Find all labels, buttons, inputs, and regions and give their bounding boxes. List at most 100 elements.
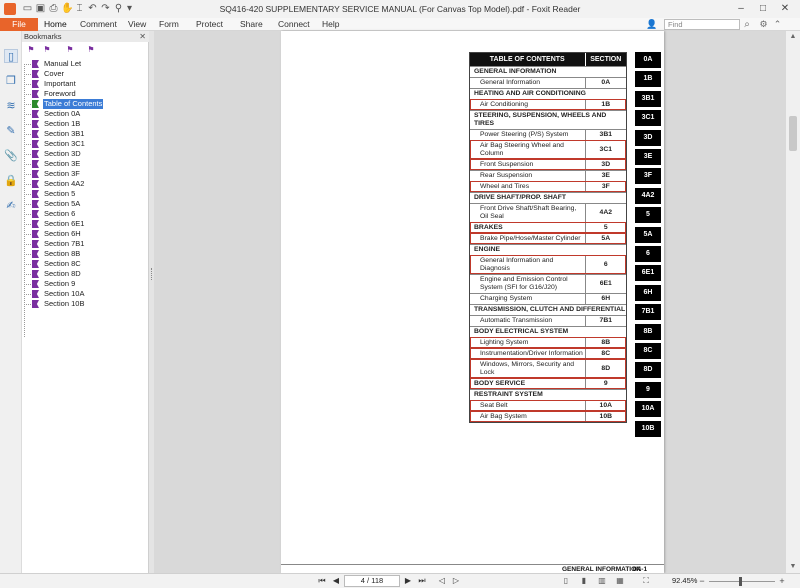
select-text-icon[interactable]: ⌶ xyxy=(74,3,85,14)
zoom-level[interactable]: 92.45% xyxy=(672,576,697,585)
bookmark-item[interactable]: Important xyxy=(24,79,145,89)
toc-entry-row[interactable]: Wheel and Tires 3F xyxy=(470,181,626,192)
section-tab[interactable]: 6E1 xyxy=(635,265,661,282)
bookmark-item[interactable]: Cover xyxy=(24,69,145,79)
toc-entry-row[interactable]: Air Bag System 10B xyxy=(470,411,626,422)
bookmark-item[interactable]: Section 7B1 xyxy=(24,239,145,249)
toc-entry-row[interactable]: Instrumentation/Driver Information 8C xyxy=(470,348,626,359)
bookmark-item[interactable]: Section 3D xyxy=(24,149,145,159)
search-icon[interactable]: ⌕ xyxy=(741,18,753,31)
section-tab[interactable]: 3C1 xyxy=(635,110,661,127)
scroll-up-icon[interactable]: ▲ xyxy=(786,31,800,43)
next-page-icon[interactable]: ▶ xyxy=(402,575,414,587)
zoom-out-icon[interactable]: − xyxy=(696,575,708,587)
previous-view-icon[interactable]: ◁ xyxy=(436,575,448,587)
fit-page-icon[interactable]: ⛶ xyxy=(640,575,652,587)
toc-entry-row[interactable]: Rear Suspension 3E xyxy=(470,170,626,181)
section-tab[interactable]: 8D xyxy=(635,362,661,379)
section-tab[interactable]: 8C xyxy=(635,343,661,359)
toc-entry-row[interactable]: Air Conditioning 1B xyxy=(470,99,626,110)
undo-icon[interactable]: ↶ xyxy=(87,3,98,14)
find-input[interactable]: Find xyxy=(664,19,740,30)
section-tab[interactable]: 3E xyxy=(635,149,661,165)
bookmark-item[interactable]: Foreword xyxy=(24,89,145,99)
section-tab[interactable]: 3B1 xyxy=(635,90,661,107)
toc-entry-row[interactable]: Seat Belt 10A xyxy=(470,400,626,411)
toc-entry-row[interactable]: Front Suspension 3D xyxy=(470,159,626,170)
section-tab[interactable]: 6H xyxy=(635,284,661,301)
last-page-icon[interactable]: ⏭ xyxy=(416,575,428,587)
continuous-view-icon[interactable]: ▮ xyxy=(578,575,590,587)
section-tab[interactable]: 0A xyxy=(635,52,661,68)
bookmark-item[interactable]: Section 10A xyxy=(24,289,145,299)
vertical-scrollbar[interactable]: ▲ ▼ xyxy=(786,31,800,573)
page-number-input[interactable]: 4 / 118 xyxy=(344,575,400,587)
bookmark-item[interactable]: Section 0A xyxy=(24,109,145,119)
facing-view-icon[interactable]: ▥ xyxy=(596,575,608,587)
layers-icon[interactable]: ≋ xyxy=(4,99,18,113)
single-page-view-icon[interactable]: ▯ xyxy=(560,575,572,587)
bookmark-item[interactable]: Section 1B xyxy=(24,119,145,129)
section-tab[interactable]: 1B xyxy=(635,71,661,88)
section-tab[interactable]: 3F xyxy=(635,168,661,185)
bookmark-item[interactable]: Section 5 xyxy=(24,189,145,199)
zoom-slider-track[interactable] xyxy=(709,581,775,582)
tab-form[interactable]: Form xyxy=(159,18,179,31)
stamp-icon[interactable]: ⚲ xyxy=(113,3,124,14)
toc-entry-row[interactable]: General Information and Diagnosis 6 xyxy=(470,255,626,274)
bookmark-item[interactable]: Section 5A xyxy=(24,199,145,209)
security-lock-icon[interactable]: 🔒 xyxy=(4,174,18,188)
bookmark-item[interactable]: Section 9 xyxy=(24,279,145,289)
next-view-icon[interactable]: ▷ xyxy=(450,575,462,587)
toc-entry-row[interactable]: Lighting System 8B xyxy=(470,337,626,348)
user-icon[interactable]: 👤 xyxy=(646,18,657,31)
bookmark-item[interactable]: Section 10B xyxy=(24,299,145,309)
section-tab[interactable]: 4A2 xyxy=(635,187,661,204)
print-icon[interactable]: ⎙ xyxy=(48,3,59,14)
section-tab[interactable]: 6 xyxy=(635,246,661,262)
section-tab[interactable]: 3D xyxy=(635,129,661,146)
tab-share[interactable]: Share xyxy=(240,18,263,31)
toc-entry-row[interactable]: Automatic Transmission 7B1 xyxy=(470,315,626,326)
bookmark-item[interactable]: Section 3C1 xyxy=(24,139,145,149)
tab-help[interactable]: Help xyxy=(322,18,339,31)
tab-connect[interactable]: Connect xyxy=(278,18,310,31)
bookmark-item[interactable]: Section 3B1 xyxy=(24,129,145,139)
first-page-icon[interactable]: ⏮ xyxy=(316,575,328,587)
bookmarks-panel-icon[interactable]: ▯ xyxy=(4,49,18,63)
bookmark-item[interactable]: Manual Let xyxy=(24,59,145,69)
ribbon-collapse-icon[interactable]: ⌃ xyxy=(772,18,783,31)
save-icon[interactable]: ▣ xyxy=(35,3,46,14)
redo-icon[interactable]: ↷ xyxy=(100,3,111,14)
bookmark-item[interactable]: Section 4A2 xyxy=(24,179,145,189)
settings-icon[interactable]: ⚙ xyxy=(758,18,769,31)
pages-thumbnails-icon[interactable]: ❐ xyxy=(4,74,18,88)
hand-tool-icon[interactable]: ✋ xyxy=(61,3,73,14)
toc-group-row[interactable]: BODY SERVICE 9 xyxy=(470,378,626,389)
bookmark-item[interactable]: Table of Contents xyxy=(24,99,145,109)
comments-icon[interactable]: ✎ xyxy=(4,124,18,138)
zoom-slider-thumb[interactable] xyxy=(739,577,742,586)
maximize-icon[interactable]: □ xyxy=(752,0,774,18)
section-tab[interactable]: 5A xyxy=(635,226,661,243)
tab-protect[interactable]: Protect xyxy=(196,18,223,31)
toc-entry-row[interactable]: Charging System 6H xyxy=(470,293,626,304)
find-bookmark-icon[interactable]: ⚑ xyxy=(86,45,96,55)
zoom-in-icon[interactable]: + xyxy=(776,575,788,587)
toc-group-row[interactable]: BRAKES 5 xyxy=(470,222,626,233)
foxit-app-icon[interactable] xyxy=(4,3,16,15)
toc-entry-row[interactable]: Air Bag Steering Wheel and Column 3C1 xyxy=(470,140,626,159)
open-icon[interactable]: ▭ xyxy=(22,3,33,14)
previous-page-icon[interactable]: ◀ xyxy=(330,575,342,587)
minimize-icon[interactable]: – xyxy=(730,0,752,18)
bookmark-item[interactable]: Section 8B xyxy=(24,249,145,259)
new-bookmark-icon[interactable]: ⚑ xyxy=(26,45,36,55)
toc-entry-row[interactable]: General Information 0A xyxy=(470,77,626,88)
section-tab[interactable]: 8B xyxy=(635,323,661,340)
delete-bookmark-icon[interactable]: ⚑ xyxy=(42,45,52,55)
continuous-facing-view-icon[interactable]: ▦ xyxy=(614,575,626,587)
toc-entry-row[interactable]: Power Steering (P/S) System 3B1 xyxy=(470,129,626,140)
bookmark-item[interactable]: Section 8D xyxy=(24,269,145,279)
toc-entry-row[interactable]: Brake Pipe/Hose/Master Cylinder 5A xyxy=(470,233,626,244)
splitter-grip[interactable] xyxy=(151,268,152,280)
